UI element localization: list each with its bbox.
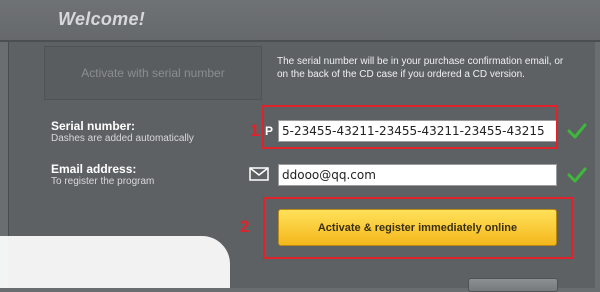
serial-hint: Dashes are added automatically — [51, 133, 194, 144]
checkmark-icon — [567, 167, 587, 183]
step-number-2: 2 — [240, 217, 250, 236]
watermark-overlay — [0, 236, 230, 288]
activation-window: Welcome! Activate with serial number The… — [0, 0, 600, 292]
window-title: Welcome! — [58, 9, 146, 29]
serial-highlight-box — [262, 105, 558, 149]
title-bar: Welcome! — [0, 0, 600, 40]
checkmark-icon — [567, 123, 587, 139]
step-number-1: 1 — [250, 121, 260, 140]
activate-highlight-box — [263, 197, 573, 259]
serial-description: The serial number will be in your purcha… — [277, 56, 564, 80]
mail-icon — [249, 167, 269, 181]
email-input[interactable]: ddooo@qq.com — [278, 164, 557, 186]
serial-label: Serial number: — [51, 119, 136, 133]
email-hint: To register the program — [51, 176, 155, 187]
secondary-button[interactable] — [468, 278, 558, 292]
activate-serial-tab[interactable]: Activate with serial number — [44, 46, 262, 100]
email-label: Email address: — [51, 162, 137, 176]
